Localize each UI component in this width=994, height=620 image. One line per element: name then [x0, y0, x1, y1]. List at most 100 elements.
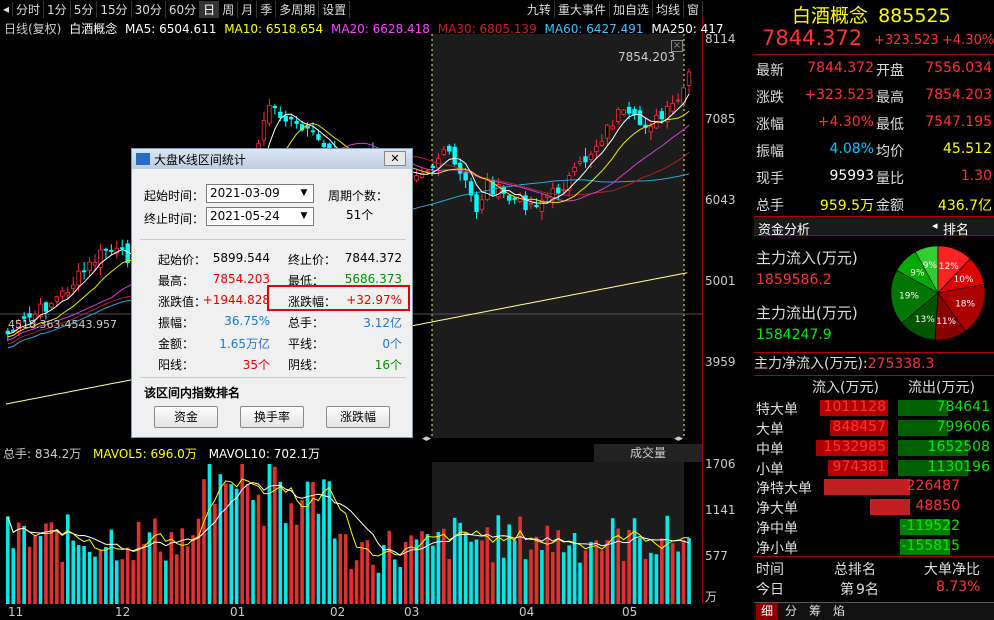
net-inflow-label: 主力净流入(万元): — [754, 356, 868, 372]
dialog-titlebar[interactable]: 大盘K线区间统计 — [132, 149, 412, 169]
candle — [452, 146, 457, 165]
flow-row: 小单 974381 1130196 — [754, 458, 994, 478]
toolbar-item[interactable]: 设置 — [319, 0, 351, 18]
volume-bar — [343, 534, 348, 604]
toolbar-item[interactable]: 季 — [257, 0, 277, 18]
period-toolbar: ◂ 分时 1分 5分 15分 30分 60分 日 周 月 季 多周期 设置 九转… — [0, 0, 703, 18]
toolbar-right-item[interactable]: 重大事件 — [555, 0, 610, 18]
candle — [686, 71, 692, 86]
volume-bar — [207, 464, 212, 604]
toolbar-item[interactable]: 15分 — [97, 0, 132, 18]
volume-bar — [534, 536, 539, 604]
stat-value: 5899.544 — [212, 251, 270, 265]
index-name: 白酒概念 — [792, 5, 869, 27]
candle — [528, 202, 534, 206]
close-icon[interactable]: × — [671, 40, 683, 52]
volume-bar — [392, 559, 397, 604]
range-handle-right[interactable]: ◂▸ — [674, 434, 683, 444]
quote-label: 涨跌 — [756, 90, 784, 106]
today-rank-prefix: 第 — [840, 582, 854, 598]
toolbar-right-item[interactable]: 窗 — [684, 0, 703, 18]
toolbar-right-item[interactable]: 均线 — [653, 0, 684, 18]
tab-detail[interactable]: 细 — [756, 603, 778, 620]
tab-flame[interactable]: 焰 — [828, 603, 850, 620]
volume-bar — [621, 561, 626, 604]
end-date-value: 2021-05-24 — [210, 209, 280, 223]
range-handle-left[interactable]: ◂▸ — [422, 434, 431, 444]
close-button[interactable]: ✕ — [384, 151, 406, 166]
rank-turnover-button[interactable]: 换手率 — [240, 406, 304, 428]
candle — [621, 109, 626, 115]
net-label: 净中单 — [756, 521, 798, 537]
volume-bar — [240, 464, 244, 604]
volume-bar — [529, 549, 533, 604]
col-out: 流出(万元) — [908, 380, 975, 396]
toolbar-item[interactable]: 月 — [238, 0, 258, 18]
volume-bar — [322, 479, 326, 604]
volume-bar — [71, 540, 75, 604]
rank-change-button[interactable]: 涨跌幅 — [326, 406, 390, 428]
volume-bar — [523, 559, 528, 604]
net-label: 净小单 — [756, 541, 798, 557]
volume-bar — [153, 518, 157, 604]
candle — [430, 165, 436, 168]
candle — [474, 194, 479, 213]
col-in: 流入(万元) — [812, 380, 879, 396]
toolbar-item[interactable]: 多周期 — [276, 0, 320, 18]
tab-fund-analysis[interactable]: 资金分析 — [758, 219, 810, 238]
stat-value: 7844.372 — [344, 251, 402, 265]
candle — [294, 120, 299, 124]
fund-pie-chart: 9% 12%10%18%11%13%19%9% — [890, 245, 986, 341]
quote-value: 45.512 — [943, 141, 992, 157]
tab-chip[interactable]: 筹 — [804, 603, 826, 620]
volume-bar — [638, 537, 642, 604]
start-date-select[interactable]: 2021-03-09 ▼ — [206, 184, 314, 203]
chart-icon — [136, 153, 150, 165]
price-tick: 7085 — [705, 112, 736, 126]
toolbar-item[interactable]: 分时 — [13, 0, 45, 18]
pie-label: 13% — [915, 315, 935, 325]
dialog-title: 大盘K线区间统计 — [154, 152, 246, 167]
volume-bar — [594, 540, 599, 604]
net-row: 净大单 48850 — [754, 497, 994, 517]
toolbar-item[interactable]: 5分 — [71, 0, 98, 18]
candle — [506, 195, 512, 201]
flow-out: 784641 — [936, 399, 990, 415]
toolbar-item[interactable]: 30分 — [132, 0, 166, 18]
volume-bar — [33, 536, 37, 604]
candle — [261, 119, 267, 141]
candle — [414, 175, 419, 181]
volume-bar — [22, 525, 26, 604]
volume-bar — [670, 543, 675, 604]
toolbar-item[interactable]: 周 — [219, 0, 239, 18]
volume-bar — [196, 518, 201, 604]
volume-bar — [93, 556, 97, 604]
quote-value: 7556.034 — [925, 60, 992, 76]
toolbar-item-daily[interactable]: 日 — [200, 0, 220, 18]
toolbar-right-item[interactable]: 九转 — [524, 0, 555, 18]
volume-bar — [218, 474, 223, 604]
candle — [637, 110, 643, 125]
tab-rank[interactable]: 排名 — [943, 219, 969, 238]
rank-fund-button[interactable]: 资金 — [154, 406, 218, 428]
tab-minute[interactable]: 分 — [780, 603, 802, 620]
toolbar-arrow[interactable]: ◂ — [0, 2, 14, 16]
month-tick: 05 — [622, 605, 638, 619]
candle — [87, 261, 92, 272]
volume-bar — [442, 528, 446, 604]
volume-bar — [387, 530, 392, 604]
toolbar-item[interactable]: 60分 — [166, 0, 201, 18]
selected-range-bg — [432, 34, 684, 438]
volume-bar — [300, 500, 304, 604]
volume-bar — [687, 538, 691, 604]
net-row: 净特大单 226487 — [754, 477, 994, 497]
quote-value: +323.523 — [804, 87, 874, 103]
volume-bar — [600, 550, 604, 604]
toolbar-right-item[interactable]: 加自选 — [610, 0, 653, 18]
volume-bar — [376, 572, 381, 604]
volume-bar — [44, 523, 48, 604]
end-date-select[interactable]: 2021-05-24 ▼ — [206, 207, 314, 226]
toolbar-item[interactable]: 1分 — [44, 0, 71, 18]
volume-chart[interactable] — [0, 446, 703, 604]
volume-bar — [191, 535, 195, 604]
